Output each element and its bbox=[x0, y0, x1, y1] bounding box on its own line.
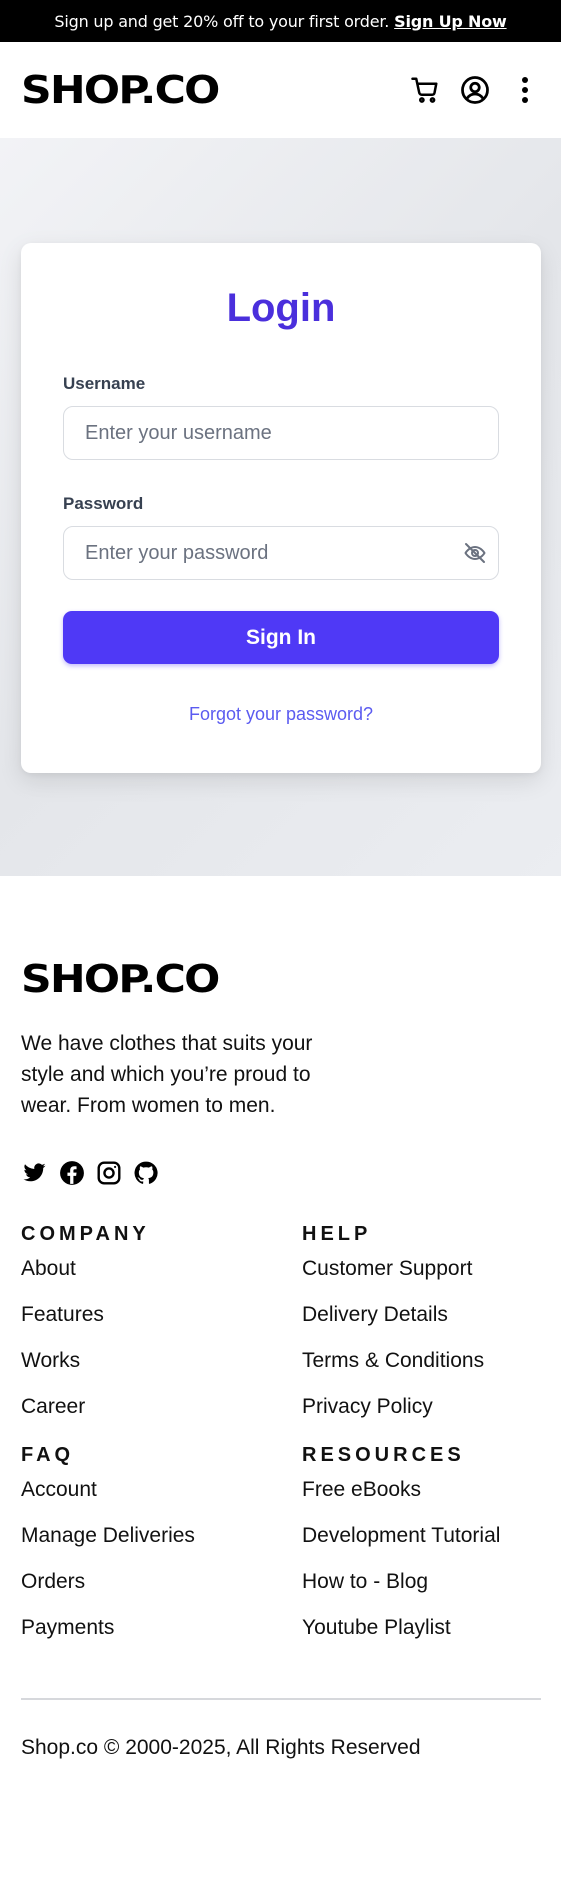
footer-divider bbox=[21, 1698, 541, 1700]
eye-off-icon[interactable] bbox=[463, 541, 487, 565]
footer-link-account[interactable]: Account bbox=[21, 1478, 302, 1502]
promo-bar: Sign up and get 20% off to your first or… bbox=[0, 0, 561, 42]
github-icon[interactable] bbox=[132, 1159, 159, 1186]
company-column: COMPANY About Features Works Career bbox=[21, 1208, 302, 1441]
social-links bbox=[21, 1159, 540, 1186]
footer-tagline: We have clothes that suits your style an… bbox=[21, 1032, 313, 1117]
header-logo[interactable]: SHOP.CO bbox=[21, 71, 220, 109]
password-field bbox=[63, 526, 499, 580]
footer-link-free-ebooks[interactable]: Free eBooks bbox=[302, 1478, 542, 1502]
footer-link-features[interactable]: Features bbox=[21, 1303, 302, 1327]
username-input[interactable] bbox=[63, 406, 499, 460]
header: SHOP.CO bbox=[0, 42, 561, 138]
help-column: HELP Customer Support Delivery Details T… bbox=[302, 1208, 542, 1441]
footer-link-career[interactable]: Career bbox=[21, 1395, 302, 1419]
username-label: Username bbox=[63, 374, 146, 393]
company-heading: COMPANY bbox=[21, 1223, 150, 1245]
sign-up-now-link[interactable]: Sign Up Now bbox=[394, 12, 507, 31]
facebook-icon[interactable] bbox=[58, 1159, 85, 1186]
footer-link-customer-support[interactable]: Customer Support bbox=[302, 1257, 542, 1281]
footer-link-about[interactable]: About bbox=[21, 1257, 302, 1281]
login-card: Login Username Password Sign In Forgot y… bbox=[21, 243, 541, 773]
footer: SHOP.CO We have clothes that suits your … bbox=[0, 876, 561, 1760]
footer-link-youtube-playlist[interactable]: Youtube Playlist bbox=[302, 1616, 542, 1640]
copyright-text: Shop.co © 2000-2025, All Rights Reserved bbox=[21, 1736, 421, 1759]
footer-link-how-to-blog[interactable]: How to - Blog bbox=[302, 1570, 542, 1594]
footer-link-terms[interactable]: Terms & Conditions bbox=[302, 1349, 542, 1373]
instagram-icon[interactable] bbox=[95, 1159, 122, 1186]
resources-heading: RESOURCES bbox=[302, 1444, 465, 1466]
promo-text: Sign up and get 20% off to your first or… bbox=[54, 11, 390, 31]
login-section: Login Username Password Sign In Forgot y… bbox=[0, 138, 561, 876]
forgot-password-link[interactable]: Forgot your password? bbox=[63, 704, 499, 725]
twitter-icon[interactable] bbox=[21, 1159, 48, 1186]
login-title: Login bbox=[226, 286, 336, 330]
footer-link-orders[interactable]: Orders bbox=[21, 1570, 302, 1594]
password-input[interactable] bbox=[63, 526, 499, 580]
footer-links: COMPANY About Features Works Career HELP… bbox=[21, 1208, 540, 1662]
faq-column: FAQ Account Manage Deliveries Orders Pay… bbox=[21, 1441, 302, 1662]
faq-heading: FAQ bbox=[21, 1444, 75, 1466]
footer-link-delivery-details[interactable]: Delivery Details bbox=[302, 1303, 542, 1327]
user-circle-icon[interactable] bbox=[459, 74, 491, 106]
resources-column: RESOURCES Free eBooks Development Tutori… bbox=[302, 1441, 542, 1662]
footer-link-privacy-policy[interactable]: Privacy Policy bbox=[302, 1395, 542, 1419]
sign-in-button[interactable]: Sign In bbox=[63, 611, 499, 664]
header-actions bbox=[409, 74, 541, 106]
footer-logo[interactable]: SHOP.CO bbox=[21, 960, 220, 998]
footer-link-works[interactable]: Works bbox=[21, 1349, 302, 1373]
cart-icon[interactable] bbox=[409, 74, 441, 106]
footer-link-development-tutorial[interactable]: Development Tutorial bbox=[302, 1524, 542, 1548]
help-heading: HELP bbox=[302, 1223, 372, 1245]
password-label: Password bbox=[63, 494, 144, 513]
more-vertical-icon[interactable] bbox=[509, 74, 541, 106]
footer-link-manage-deliveries[interactable]: Manage Deliveries bbox=[21, 1524, 302, 1548]
footer-link-payments[interactable]: Payments bbox=[21, 1616, 302, 1640]
